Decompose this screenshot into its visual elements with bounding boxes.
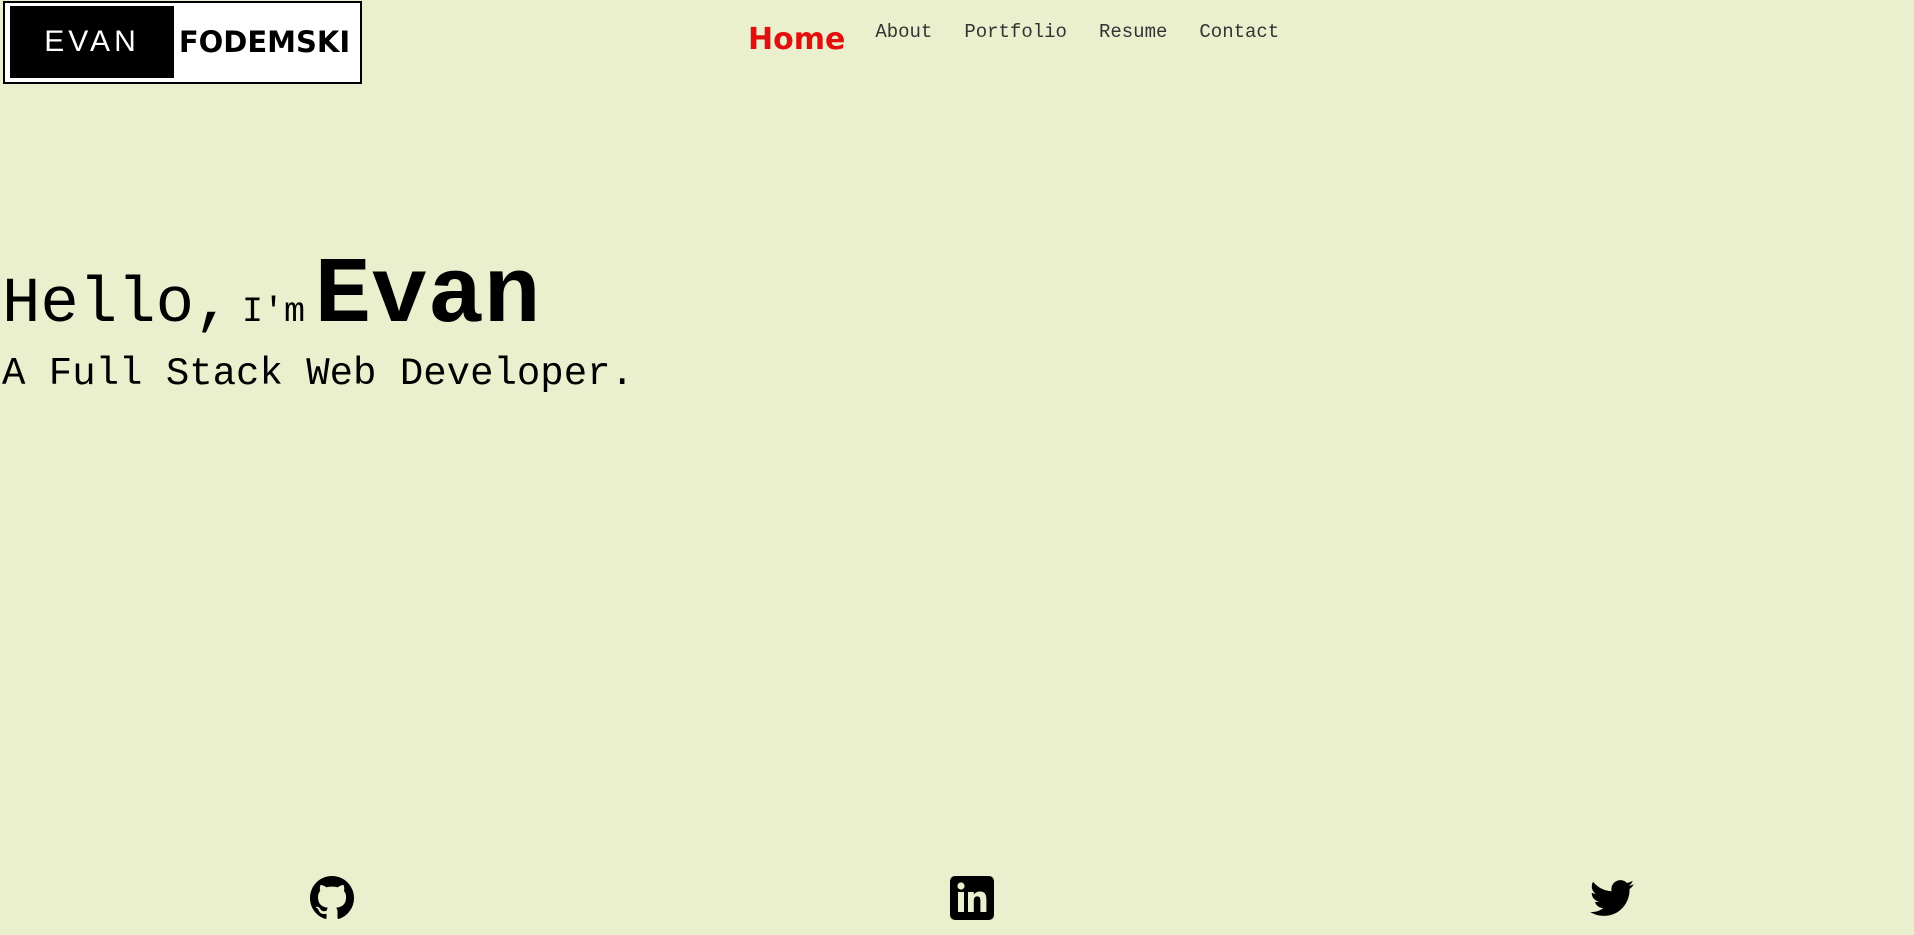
hero-section: Hello, I'm Evan A Full Stack Web Develop… bbox=[2, 250, 634, 396]
twitter-icon-graphic bbox=[1590, 880, 1634, 916]
nav-contact-link[interactable]: Contact bbox=[1199, 21, 1279, 43]
hero-greeting: Hello, I'm Evan bbox=[2, 250, 634, 344]
hero-subtitle: A Full Stack Web Developer. bbox=[2, 352, 634, 396]
nav-portfolio-link[interactable]: Portfolio bbox=[964, 21, 1067, 43]
twitter-icon[interactable] bbox=[1590, 876, 1634, 920]
logo-first-name: EVAN bbox=[10, 6, 174, 78]
nav-about-link[interactable]: About bbox=[875, 21, 932, 43]
hero-name: Evan bbox=[314, 244, 541, 350]
logo-inner: EVAN FODEMSKI bbox=[10, 6, 355, 78]
logo-last-name: FODEMSKI bbox=[178, 25, 351, 59]
site-logo[interactable]: EVAN FODEMSKI bbox=[3, 1, 362, 84]
nav-resume-link[interactable]: Resume bbox=[1099, 21, 1167, 43]
github-icon[interactable] bbox=[310, 876, 354, 920]
nav-home-link[interactable]: Home bbox=[748, 22, 845, 57]
main-nav: Home About Portfolio Resume Contact bbox=[748, 14, 1311, 57]
hero-im: I'm bbox=[242, 292, 306, 332]
linkedin-icon-graphic bbox=[950, 876, 994, 920]
hero-hello: Hello, bbox=[2, 269, 233, 341]
github-icon-graphic bbox=[310, 876, 354, 919]
linkedin-icon[interactable] bbox=[950, 876, 994, 920]
